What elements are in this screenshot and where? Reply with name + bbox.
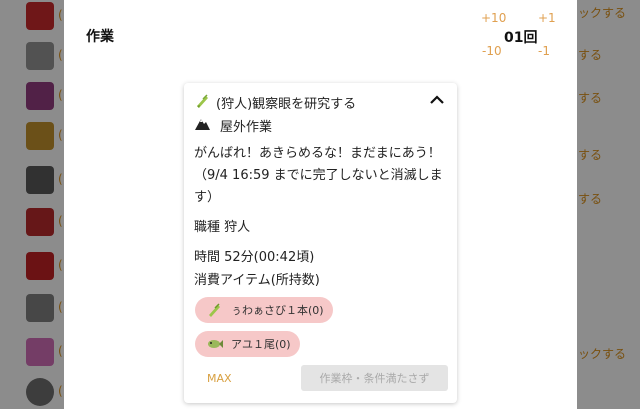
work-location: 屋外作業 xyxy=(220,120,273,135)
consumed-item-chip[interactable]: ぅわぁさび１本(0) xyxy=(195,297,333,323)
job-type: 職種 狩人 xyxy=(194,220,251,235)
ayu-fish-icon xyxy=(208,340,223,348)
consumed-item-label: ぅわぁさび１本(0) xyxy=(231,304,324,317)
chevron-up-icon[interactable] xyxy=(427,91,447,109)
plus10-button[interactable]: +10 xyxy=(481,11,506,25)
mountain-icon xyxy=(195,119,210,130)
encouragement-message: がんばれ！あきらめるな！まだまにあう！（9/4 16:59 までに完了しないと消… xyxy=(194,146,443,205)
minus1-button[interactable]: -1 xyxy=(538,44,550,58)
sheet-title: 作業 xyxy=(86,29,114,45)
start-work-button[interactable]: 作業枠・条件満たさず xyxy=(301,365,448,391)
plus1-button[interactable]: +1 xyxy=(538,11,556,25)
task-title: (狩人)観察眼を研究する xyxy=(216,97,357,112)
task-card: (狩人)観察眼を研究する 屋外作業 がんばれ！あきらめるな！まだまにあう！（9/… xyxy=(184,83,457,403)
wasabi-icon xyxy=(209,303,220,317)
consumed-items-label: 消費アイテム(所持数) xyxy=(194,273,320,288)
repeat-count: 01回 xyxy=(504,30,538,46)
minus10-button[interactable]: -10 xyxy=(482,44,502,58)
duration: 時間 52分(00:42頃) xyxy=(194,250,315,265)
wasabi-icon xyxy=(197,94,208,108)
consumed-item-label: アユ１尾(0) xyxy=(231,338,291,351)
consumed-item-chip[interactable]: アユ１尾(0) xyxy=(195,331,300,357)
max-button[interactable]: MAX xyxy=(207,372,232,385)
